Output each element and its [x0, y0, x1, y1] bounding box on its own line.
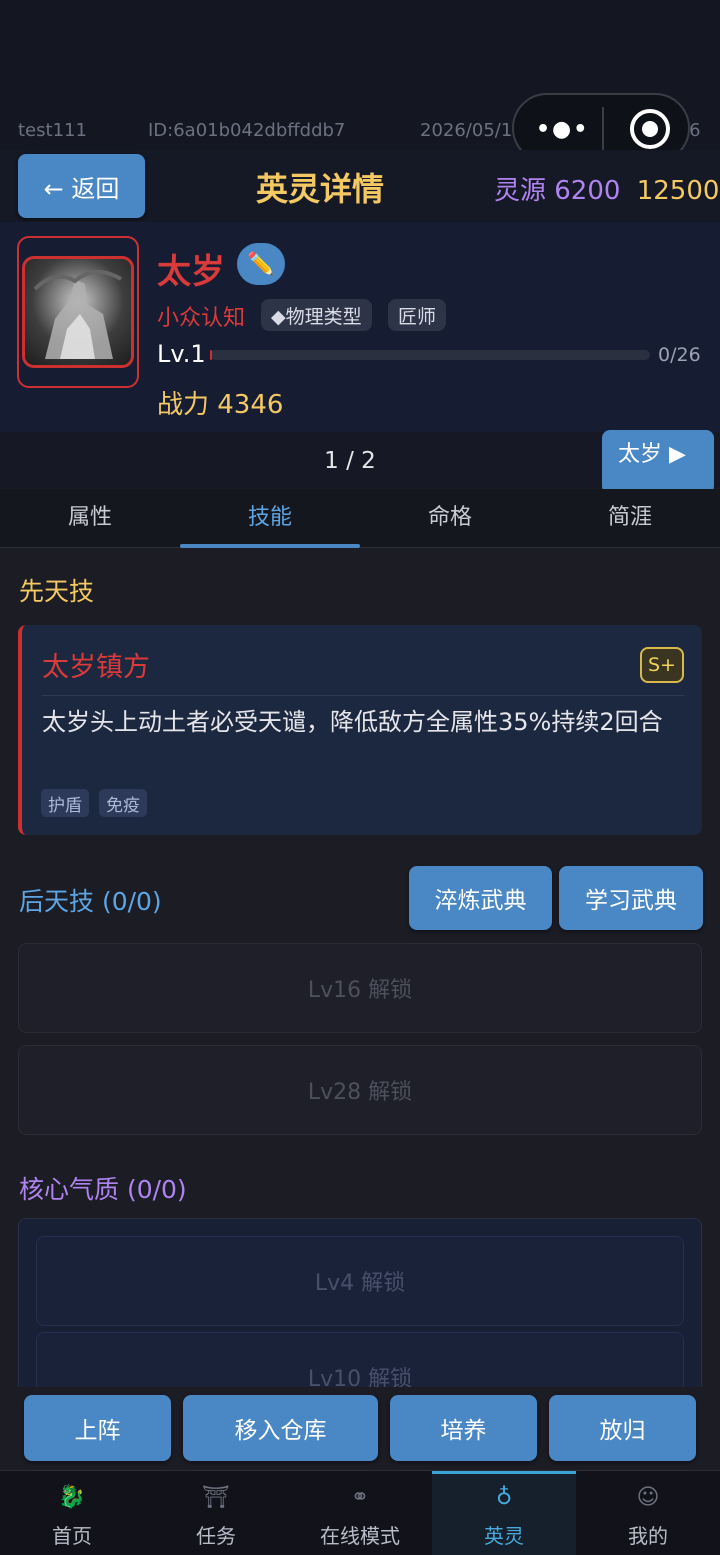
tab-fate[interactable]: 命格	[360, 489, 540, 547]
xp-text: 0/26	[658, 344, 701, 366]
learn-manual-button[interactable]: 学习武典	[559, 866, 703, 930]
locked-trait-slot: Lv4 解锁	[36, 1236, 684, 1326]
nav-tasks[interactable]: ⛩ 任务	[144, 1471, 288, 1555]
combat-power: 战力 4346	[157, 390, 284, 420]
nav-home[interactable]: 🐉 首页	[0, 1471, 144, 1555]
rarity-label: 小众认知	[157, 306, 246, 331]
user-label: test111	[18, 120, 87, 141]
skill-divider	[42, 695, 684, 696]
profile-icon: ☺	[636, 1485, 660, 1510]
hero-portrait[interactable]	[22, 256, 134, 368]
resources: 灵源 6200 12500	[494, 170, 719, 207]
release-button[interactable]: 放归	[549, 1395, 696, 1461]
level-label: Lv.1	[157, 340, 206, 368]
user-id: ID:6a01b042dbffddb7	[148, 120, 346, 141]
locked-skill-slot: Lv28 解锁	[18, 1045, 702, 1135]
rings-icon: ⚭	[350, 1485, 370, 1510]
pencil-icon[interactable]: ✏️	[237, 243, 285, 285]
deploy-button[interactable]: 上阵	[24, 1395, 171, 1461]
bottom-nav: 🐉 首页 ⛩ 任务 ⚭ 在线模式 ♁ 英灵 ☺ 我的	[0, 1470, 720, 1555]
tab-skills[interactable]: 技能	[180, 489, 360, 548]
dragon-icon: 🐉	[58, 1485, 86, 1510]
nav-label: 首页	[52, 1524, 92, 1548]
refine-manual-button[interactable]: 淬炼武典	[409, 866, 552, 930]
scroll-icon: ⛩	[202, 1485, 230, 1510]
hero-figure-icon	[33, 270, 122, 359]
skill-name: 太岁镇方	[42, 652, 150, 683]
skill-tag-immune: 免疫	[99, 789, 147, 817]
xp-bar-fill	[210, 350, 213, 360]
class-tag: 匠师	[388, 299, 447, 331]
skill-description: 太岁头上动土者必受天谴，降低敌方全属性35%持续2回合	[42, 708, 663, 736]
close-circle-icon[interactable]	[630, 109, 670, 149]
capsule-divider	[602, 107, 604, 151]
more-icon[interactable]: •●•	[536, 117, 589, 142]
spirit-source: 灵源 6200	[494, 176, 621, 206]
move-to-storage-button[interactable]: 移入仓库	[183, 1395, 378, 1461]
nav-label: 在线模式	[320, 1524, 400, 1548]
gold-amount: 12500	[636, 176, 720, 206]
acquired-section-title: 后天技 (0/0)	[19, 887, 162, 916]
tab-bar: 属性 技能 命格 简涯	[0, 489, 720, 548]
tab-attributes[interactable]: 属性	[0, 489, 180, 547]
nav-label: 任务	[196, 1524, 236, 1548]
nav-spirits[interactable]: ♁ 英灵	[432, 1471, 576, 1555]
innate-section-title: 先天技	[19, 577, 95, 606]
page-indicator: 1 / 2	[324, 448, 376, 474]
nav-label: 我的	[628, 1524, 668, 1548]
xp-bar	[210, 350, 650, 360]
nav-profile[interactable]: ☺ 我的	[576, 1471, 720, 1555]
skill-tag-shield: 护盾	[41, 789, 89, 817]
type-tag: ◆物理类型	[261, 299, 372, 331]
spirit-icon: ♁	[495, 1485, 513, 1510]
train-button[interactable]: 培养	[390, 1395, 537, 1461]
core-section-title: 核心气质 (0/0)	[19, 1175, 187, 1204]
nav-online[interactable]: ⚭ 在线模式	[288, 1471, 432, 1555]
next-hero-button[interactable]: 太岁 ▶	[602, 430, 714, 494]
nav-label: 英灵	[484, 1524, 524, 1548]
locked-skill-slot: Lv16 解锁	[18, 943, 702, 1033]
tab-biography[interactable]: 简涯	[540, 489, 720, 547]
hero-name: 太岁	[157, 252, 225, 292]
grade-badge: S+	[640, 647, 684, 683]
